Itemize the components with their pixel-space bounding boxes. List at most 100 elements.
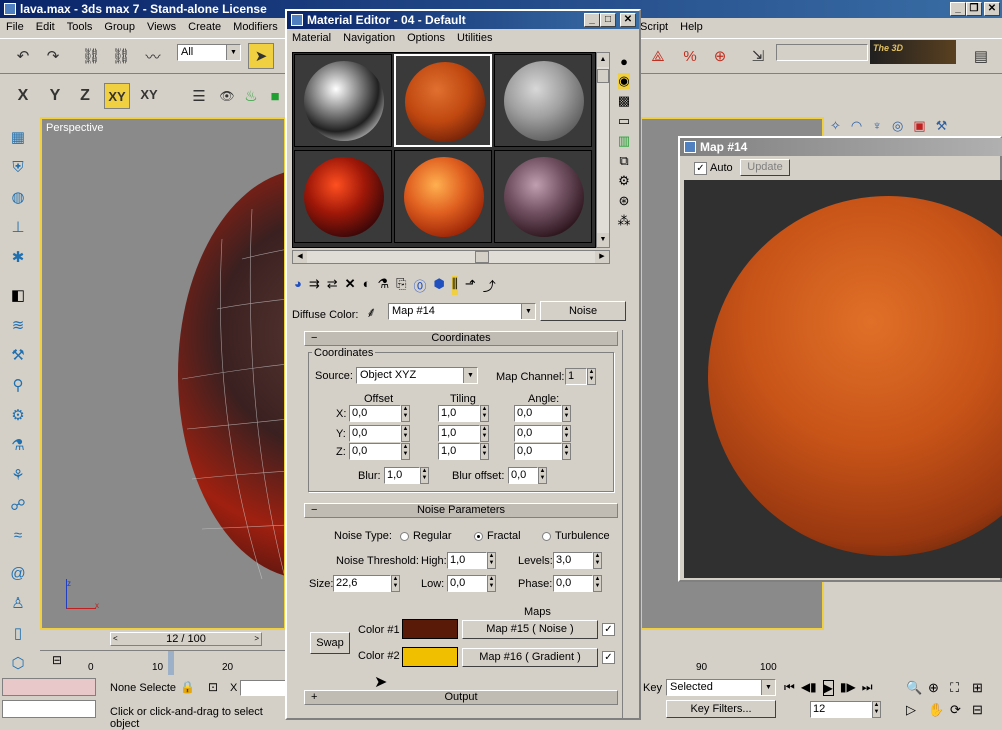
sample-slot-6[interactable] [494, 150, 592, 243]
select-cursor-icon[interactable]: ➤ [248, 43, 274, 69]
scroll-up-icon[interactable]: ▲ [597, 53, 609, 67]
menu-create[interactable]: Create [188, 21, 221, 37]
snap-toggle-icon[interactable]: ⬡ [5, 650, 31, 676]
key-filters-button[interactable]: Key Filters... [666, 700, 776, 718]
angle-x-spinner[interactable]: 0,0 ▲ ▼ [514, 405, 571, 422]
tool-icon-c[interactable]: ☍ [5, 492, 31, 518]
menu-modifiers[interactable]: Modifiers [233, 21, 278, 37]
reset-map-icon[interactable]: ✕ [345, 276, 356, 295]
slots-vscroll[interactable]: ▲ ▼ [596, 52, 610, 248]
color1-swatch[interactable] [402, 619, 458, 639]
layers-icon[interactable]: ☰ [186, 83, 212, 109]
scroll-right-icon[interactable]: ▶ [595, 251, 609, 263]
sample-type-icon[interactable]: ● [620, 54, 628, 69]
go-to-parent-icon[interactable]: ⬏ [465, 276, 476, 295]
noise-type-turbulence[interactable]: Turbulence [542, 530, 610, 542]
x-coord-field[interactable] [240, 680, 286, 696]
teapot-icon[interactable]: ♨ [238, 83, 264, 109]
scroll-down-icon[interactable]: ▼ [597, 233, 609, 247]
named-selection-icon[interactable]: ⇲ [745, 43, 771, 69]
mat-minimize-button[interactable]: _ [584, 13, 600, 27]
link-icon[interactable]: ⛓ [78, 43, 104, 69]
time-slider-prev[interactable]: < [113, 633, 118, 645]
show-end-result-icon[interactable]: ⫼ [451, 276, 458, 295]
main-close-button[interactable]: ✕ [984, 2, 1000, 16]
spinner-arrows-icon[interactable]: ▲ ▼ [401, 405, 410, 422]
offset-x-spinner[interactable]: 0,0 ▲ ▼ [349, 405, 410, 422]
pan-icon[interactable]: ✋ [928, 702, 950, 718]
lamp-icon[interactable]: ⊥ [5, 214, 31, 240]
sphere-icon[interactable]: ◍ [5, 184, 31, 210]
time-slider-next[interactable]: > [254, 633, 259, 645]
axis-y-button[interactable]: Y [42, 83, 68, 109]
noise-type-regular[interactable]: Regular [400, 530, 452, 542]
sample-slot-4[interactable] [294, 150, 392, 243]
noise-parameters-rollout[interactable]: − Noise Parameters [304, 503, 618, 518]
color2-swatch[interactable] [402, 647, 458, 667]
cylinder-icon[interactable]: ▯ [5, 620, 31, 646]
mat-menu-material[interactable]: Material [292, 32, 331, 44]
make-unique-icon[interactable]: ⚗ [377, 276, 389, 295]
zoom-extents-icon[interactable]: ⛶ [950, 680, 972, 696]
options-icon[interactable]: ⚙ [618, 173, 630, 189]
axis-x-button[interactable]: X [10, 83, 36, 109]
current-frame-spinner[interactable]: 12 ▲ ▼ [810, 701, 881, 718]
spinner-arrows-icon[interactable]: ▲ ▼ [587, 368, 596, 385]
map15-checkbox[interactable]: ✓ [602, 623, 615, 636]
material-effects-channel-icon[interactable]: ⓪ [414, 276, 427, 295]
map16-button[interactable]: Map #16 ( Gradient ) [462, 648, 598, 667]
bind-space-warp-icon[interactable]: 〰 [140, 43, 166, 69]
spinner-arrows-icon[interactable]: ▲ ▼ [480, 443, 489, 460]
axis-z-button[interactable]: Z [72, 83, 98, 109]
eye-icon[interactable]: 👁 [214, 83, 240, 109]
stack-icon[interactable]: ≋ [5, 312, 31, 338]
zoom-extents-all-icon[interactable]: ⊞ [972, 680, 994, 696]
spinner-arrows-icon[interactable]: ▲ ▼ [593, 575, 602, 592]
shirt-icon[interactable]: ⛨ [5, 154, 31, 180]
offset-y-spinner[interactable]: 0,0 ▲ ▼ [349, 425, 410, 442]
noise-type-fractal[interactable]: Fractal [474, 530, 521, 542]
mat-menu-options[interactable]: Options [407, 32, 445, 44]
spinner-snap-icon[interactable]: ⊕ [707, 43, 733, 69]
maxscript-listener-2[interactable] [2, 700, 96, 718]
map-name-dropdown[interactable]: Map #14 ▼ [388, 303, 536, 320]
offset-z-spinner[interactable]: 0,0 ▲ ▼ [349, 443, 410, 460]
update-button[interactable]: Update [740, 159, 790, 176]
spinner-arrows-icon[interactable]: ▲ ▼ [480, 405, 489, 422]
track-bar[interactable]: ⊟ 0 10 20 [40, 650, 286, 676]
menu-edit[interactable]: Edit [36, 21, 55, 37]
axis-xy-cycle-button[interactable]: XY [136, 81, 162, 107]
make-copy-icon[interactable]: ◐ [363, 276, 371, 295]
angle-z-spinner[interactable]: 0,0 ▲ ▼ [514, 443, 571, 460]
map15-button[interactable]: Map #15 ( Noise ) [462, 620, 598, 639]
coordinates-rollout[interactable]: − Coordinates [304, 331, 618, 346]
sample-slot-2[interactable] [394, 54, 492, 147]
orbit-icon[interactable]: ⟳ [950, 702, 972, 718]
gear-icon[interactable]: ⚙ [5, 402, 31, 428]
tiling-z-spinner[interactable]: 1,0 ▲ ▼ [438, 443, 489, 460]
auto-checkbox[interactable]: ✓ [694, 162, 707, 175]
angle-y-spinner[interactable]: 0,0 ▲ ▼ [514, 425, 571, 442]
puppet-icon[interactable]: ♙ [5, 590, 31, 616]
output-rollout[interactable]: + Output [304, 690, 618, 705]
get-material-icon[interactable]: ◕ [294, 276, 302, 295]
previous-frame-icon[interactable]: ◀▮ [801, 680, 817, 696]
tiling-y-spinner[interactable]: 1,0 ▲ ▼ [438, 425, 489, 442]
go-to-end-icon[interactable]: ⏭ [862, 680, 873, 696]
track-bar-icon[interactable]: ⊟ [52, 653, 62, 667]
phase-spinner[interactable]: 0,0 ▲ ▼ [553, 575, 602, 592]
menu-group[interactable]: Group [104, 21, 135, 37]
sample-slot-3[interactable] [494, 54, 592, 147]
play-icon[interactable]: ▶ [822, 680, 834, 696]
background-icon[interactable]: ▩ [618, 93, 630, 109]
low-spinner[interactable]: 0,0 ▲ ▼ [447, 575, 496, 592]
pick-material-icon[interactable]: ⸙ [366, 303, 377, 322]
main-restore-button[interactable]: ❐ [966, 2, 982, 16]
radio-turbulence[interactable] [542, 531, 551, 541]
tool-icon-b[interactable]: ⚘ [5, 462, 31, 488]
mat-menu-navigation[interactable]: Navigation [343, 32, 395, 44]
scroll-thumb[interactable] [597, 69, 609, 83]
video-color-check-icon[interactable]: ▥ [618, 133, 630, 149]
percent-snap-icon[interactable]: % [677, 43, 703, 69]
create-box-icon[interactable]: ▦ [5, 124, 31, 150]
